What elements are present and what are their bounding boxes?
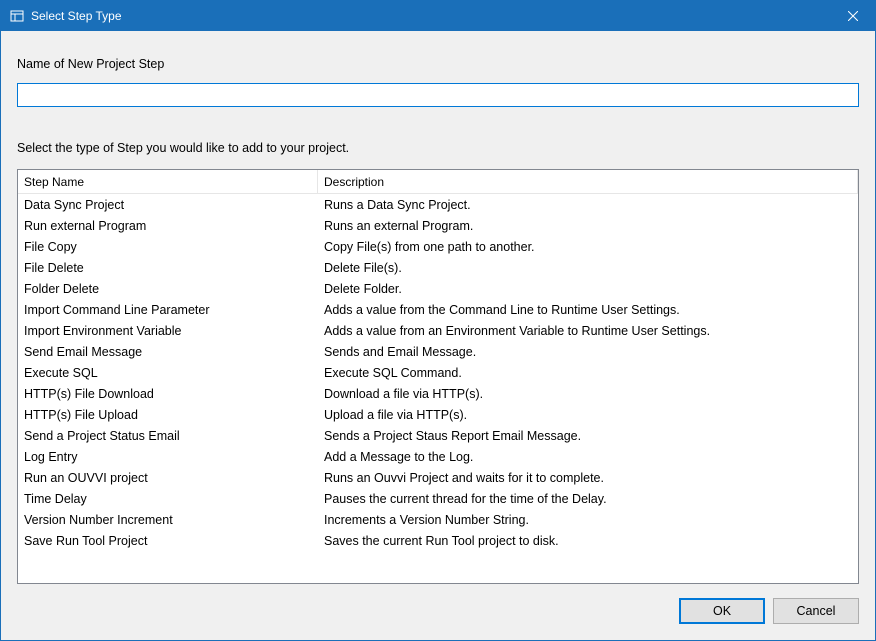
step-description-cell: Delete Folder.	[318, 280, 858, 298]
step-description-cell: Runs an Ouvvi Project and waits for it t…	[318, 469, 858, 487]
step-description-cell: Execute SQL Command.	[318, 364, 858, 382]
list-item[interactable]: File DeleteDelete File(s).	[18, 257, 858, 278]
list-item[interactable]: Send Email MessageSends and Email Messag…	[18, 341, 858, 362]
step-name-cell: Run external Program	[18, 217, 318, 235]
step-description-cell: Runs a Data Sync Project.	[318, 196, 858, 214]
step-description-cell: Sends a Project Staus Report Email Messa…	[318, 427, 858, 445]
step-description-cell: Pauses the current thread for the time o…	[318, 490, 858, 508]
step-description-cell: Download a file via HTTP(s).	[318, 385, 858, 403]
close-button[interactable]	[830, 1, 875, 31]
step-description-cell: Runs an external Program.	[318, 217, 858, 235]
step-name-cell: Log Entry	[18, 448, 318, 466]
step-name-cell: Execute SQL	[18, 364, 318, 382]
step-name-cell: Time Delay	[18, 490, 318, 508]
step-description-cell: Upload a file via HTTP(s).	[318, 406, 858, 424]
list-header: Step Name Description	[18, 170, 858, 194]
list-body: Data Sync ProjectRuns a Data Sync Projec…	[18, 194, 858, 583]
step-name-cell: Send Email Message	[18, 343, 318, 361]
list-item[interactable]: Save Run Tool ProjectSaves the current R…	[18, 530, 858, 551]
list-item[interactable]: Time DelayPauses the current thread for …	[18, 488, 858, 509]
list-item[interactable]: Import Command Line ParameterAdds a valu…	[18, 299, 858, 320]
step-description-cell: Adds a value from the Command Line to Ru…	[318, 301, 858, 319]
titlebar: Select Step Type	[1, 1, 875, 31]
step-description-cell: Copy File(s) from one path to another.	[318, 238, 858, 256]
name-label: Name of New Project Step	[17, 57, 859, 71]
step-name-cell: Send a Project Status Email	[18, 427, 318, 445]
column-header-description[interactable]: Description	[318, 170, 858, 193]
list-item[interactable]: Run external ProgramRuns an external Pro…	[18, 215, 858, 236]
step-name-cell: File Copy	[18, 238, 318, 256]
step-description-cell: Increments a Version Number String.	[318, 511, 858, 529]
app-icon	[9, 8, 25, 24]
list-item[interactable]: HTTP(s) File UploadUpload a file via HTT…	[18, 404, 858, 425]
type-label: Select the type of Step you would like t…	[17, 141, 859, 155]
column-header-name[interactable]: Step Name	[18, 170, 318, 193]
step-name-cell: Import Environment Variable	[18, 322, 318, 340]
list-item[interactable]: Log EntryAdd a Message to the Log.	[18, 446, 858, 467]
step-name-input[interactable]	[17, 83, 859, 107]
cancel-button[interactable]: Cancel	[773, 598, 859, 624]
list-item[interactable]: Data Sync ProjectRuns a Data Sync Projec…	[18, 194, 858, 215]
step-description-cell: Delete File(s).	[318, 259, 858, 277]
list-item[interactable]: Execute SQLExecute SQL Command.	[18, 362, 858, 383]
dialog-content: Name of New Project Step Select the type…	[1, 31, 875, 640]
step-description-cell: Sends and Email Message.	[318, 343, 858, 361]
list-item[interactable]: Version Number IncrementIncrements a Ver…	[18, 509, 858, 530]
step-name-cell: Data Sync Project	[18, 196, 318, 214]
step-name-cell: Import Command Line Parameter	[18, 301, 318, 319]
list-item[interactable]: File CopyCopy File(s) from one path to a…	[18, 236, 858, 257]
step-description-cell: Saves the current Run Tool project to di…	[318, 532, 858, 550]
step-name-cell: Folder Delete	[18, 280, 318, 298]
step-name-cell: File Delete	[18, 259, 318, 277]
window-title: Select Step Type	[31, 9, 830, 23]
step-name-cell: Run an OUVVI project	[18, 469, 318, 487]
button-bar: OK Cancel	[17, 584, 859, 624]
step-type-list: Step Name Description Data Sync ProjectR…	[17, 169, 859, 584]
list-item[interactable]: Send a Project Status EmailSends a Proje…	[18, 425, 858, 446]
step-name-cell: HTTP(s) File Download	[18, 385, 318, 403]
list-item[interactable]: HTTP(s) File DownloadDownload a file via…	[18, 383, 858, 404]
list-item[interactable]: Import Environment VariableAdds a value …	[18, 320, 858, 341]
list-item[interactable]: Run an OUVVI projectRuns an Ouvvi Projec…	[18, 467, 858, 488]
ok-button[interactable]: OK	[679, 598, 765, 624]
step-description-cell: Adds a value from an Environment Variabl…	[318, 322, 858, 340]
step-name-cell: Save Run Tool Project	[18, 532, 318, 550]
step-name-cell: HTTP(s) File Upload	[18, 406, 318, 424]
step-description-cell: Add a Message to the Log.	[318, 448, 858, 466]
list-item[interactable]: Folder DeleteDelete Folder.	[18, 278, 858, 299]
step-name-cell: Version Number Increment	[18, 511, 318, 529]
